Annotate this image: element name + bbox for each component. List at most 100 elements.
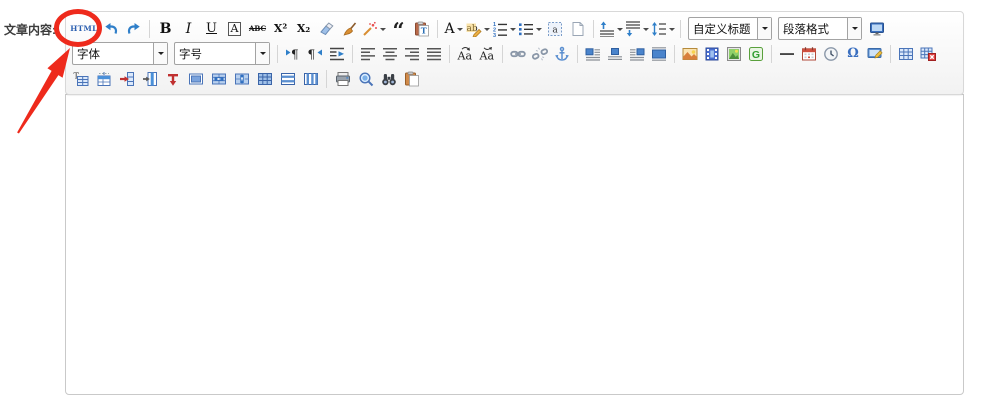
imgRight-icon	[629, 46, 645, 62]
font-size-select[interactable]: 字号	[174, 42, 270, 65]
toolbar-row-1: HTMLBIUAABCX²X₂“TAab123a自定义标题段落格式	[70, 16, 958, 41]
custom-title-select-label: 自定义标题	[689, 18, 757, 39]
delete-table-button[interactable]	[918, 43, 938, 65]
insert-time-button[interactable]	[821, 43, 841, 65]
gmap-icon: G	[748, 46, 764, 62]
unordered-list-button[interactable]	[518, 18, 542, 40]
table-caption-button[interactable]	[93, 68, 114, 90]
tableRows-icon	[280, 71, 296, 87]
horizontal-rule-button[interactable]	[777, 43, 797, 65]
special-chars-glyph: Ω	[847, 46, 859, 61]
font-family-select[interactable]: 字体	[72, 42, 168, 65]
insert-column-button[interactable]	[139, 68, 160, 90]
print-button[interactable]	[332, 68, 353, 90]
rtl-icon: ¶	[307, 46, 323, 62]
image-block-button[interactable]	[649, 43, 669, 65]
rich-text-editor: HTMLBIUAABCX²X₂“TAab123a自定义标题段落格式字体字号¶¶A…	[65, 11, 964, 395]
back-color-button[interactable]: ab	[466, 18, 490, 40]
alignLeft-icon	[360, 46, 376, 62]
chevron-down-icon	[669, 28, 675, 34]
to-uppercase-button[interactable]: Aa	[455, 43, 475, 65]
clear-doc-button[interactable]	[567, 18, 588, 40]
image-float-right-button[interactable]	[627, 43, 647, 65]
split-columns-button[interactable]	[300, 68, 321, 90]
chevron-down-icon[interactable]	[153, 43, 167, 64]
blockquote-button[interactable]: “	[388, 18, 409, 40]
merge-down-button[interactable]	[231, 68, 252, 90]
anchor-button[interactable]	[552, 43, 572, 65]
table-title-button[interactable]: T	[70, 68, 91, 90]
remove-format-button[interactable]	[316, 18, 337, 40]
insert-image-button[interactable]	[680, 43, 700, 65]
paragraph-format-select-label: 段落格式	[779, 18, 847, 39]
svg-text:a: a	[552, 25, 558, 35]
snapscreen-button[interactable]	[865, 43, 885, 65]
subscript-button[interactable]: X₂	[293, 18, 314, 40]
superscript-button[interactable]: X²	[270, 18, 291, 40]
unlink-button[interactable]	[530, 43, 550, 65]
to-lowercase-button[interactable]: Aa	[477, 43, 497, 65]
font-border-button[interactable]: A	[224, 18, 245, 40]
insert-link-button[interactable]	[508, 43, 528, 65]
insert-table-button[interactable]	[896, 43, 916, 65]
eraser-icon	[319, 21, 335, 37]
special-chars-button[interactable]: Ω	[843, 43, 863, 65]
fullscreen-button[interactable]	[866, 18, 887, 40]
html-source-button[interactable]: HTML	[70, 18, 98, 40]
split-rows-button[interactable]	[277, 68, 298, 90]
custom-title-select[interactable]: 自定义标题	[688, 17, 772, 40]
align-justify-button[interactable]	[424, 43, 444, 65]
imgLeft-icon	[585, 46, 601, 62]
image-float-left-button[interactable]	[583, 43, 603, 65]
merge-right-button[interactable]	[208, 68, 229, 90]
chevron-down-icon[interactable]	[255, 43, 269, 64]
direction-ltr-button[interactable]: ¶	[283, 43, 303, 65]
line-height-button[interactable]	[651, 18, 675, 40]
subscript-glyph: X₂	[297, 22, 310, 35]
paragraph-space-before-button[interactable]	[599, 18, 623, 40]
select-all-button[interactable]: a	[544, 18, 565, 40]
format-match-button[interactable]	[339, 18, 360, 40]
underline-button[interactable]: U	[201, 18, 222, 40]
insert-video-button[interactable]	[702, 43, 722, 65]
redo-button[interactable]	[123, 18, 144, 40]
chevron-down-icon	[380, 28, 386, 34]
paste-plain-button[interactable]: T	[411, 18, 432, 40]
bold-button[interactable]: B	[155, 18, 176, 40]
direction-rtl-button[interactable]: ¶	[305, 43, 325, 65]
align-center-button[interactable]	[380, 43, 400, 65]
paragraph-format-select[interactable]: 段落格式	[778, 17, 862, 40]
ordered-list-button[interactable]: 123	[492, 18, 516, 40]
chevron-down-icon[interactable]	[847, 18, 861, 39]
insert-row-button[interactable]	[116, 68, 137, 90]
image-center-button[interactable]	[605, 43, 625, 65]
snapscreen-icon	[867, 46, 883, 62]
preview-button[interactable]	[355, 68, 376, 90]
italic-button[interactable]: I	[178, 18, 199, 40]
auto-typeset-button[interactable]	[362, 18, 386, 40]
editor-content-area[interactable]	[65, 94, 964, 395]
chevron-down-icon	[536, 28, 542, 34]
merge-cells-button[interactable]	[185, 68, 206, 90]
listOl-icon: 123	[492, 21, 508, 37]
paste-button[interactable]	[401, 68, 422, 90]
lineHeight-icon	[651, 21, 667, 37]
link-icon	[510, 46, 526, 62]
chevron-down-icon[interactable]	[757, 18, 771, 39]
split-cells-button[interactable]	[254, 68, 275, 90]
align-left-button[interactable]	[358, 43, 378, 65]
insert-date-button[interactable]	[799, 43, 819, 65]
indent-button[interactable]	[327, 43, 347, 65]
strikethrough-button[interactable]: ABC	[247, 18, 268, 40]
insert-map-button[interactable]	[724, 43, 744, 65]
fore-color-button[interactable]: A	[443, 18, 464, 40]
google-map-button[interactable]: G	[746, 43, 766, 65]
chevron-down-icon	[510, 28, 516, 34]
undo-button[interactable]	[100, 18, 121, 40]
find-replace-button[interactable]	[378, 68, 399, 90]
delete-row-column-button[interactable]	[162, 68, 183, 90]
insCol-icon	[142, 71, 158, 87]
paragraph-space-after-button[interactable]	[625, 18, 649, 40]
selectall-icon: a	[547, 21, 563, 37]
align-right-button[interactable]	[402, 43, 422, 65]
